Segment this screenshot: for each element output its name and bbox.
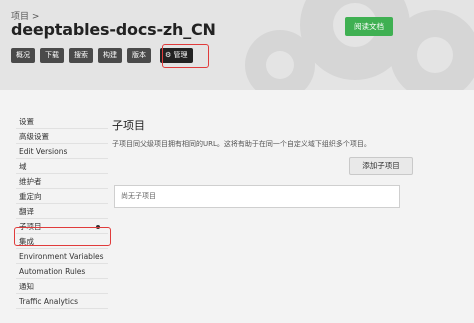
nav-builds-button[interactable]: 构建 xyxy=(98,48,122,63)
nav-versions-button[interactable]: 版本 xyxy=(127,48,151,63)
project-title: deeptables-docs-zh_CN xyxy=(11,20,216,39)
sidebar-item-automation-rules[interactable]: Automation Rules xyxy=(16,264,108,279)
page-title: 子项目 xyxy=(112,119,145,132)
sidebar-item-notifications[interactable]: 通知 xyxy=(16,279,108,294)
page-description: 子项目同父级项目拥有相同的URL。这将有助于在同一个自定义域下组织多个项目。 xyxy=(112,140,371,148)
sidebar-item-maintainers[interactable]: 维护者 xyxy=(16,174,108,189)
read-docs-button[interactable]: 阅读文档 xyxy=(345,17,393,36)
sidebar-item-translations[interactable]: 翻译 xyxy=(16,204,108,219)
nav-downloads-button[interactable]: 下载 xyxy=(40,48,64,63)
sidebar-item-advanced-settings[interactable]: 高级设置 xyxy=(16,129,108,144)
sidebar-item-redirects[interactable]: 重定向 xyxy=(16,189,108,204)
add-subproject-button[interactable]: 添加子项目 xyxy=(349,157,413,175)
sidebar-item-environment-variables[interactable]: Environment Variables xyxy=(16,249,108,264)
sidebar-item-traffic-analytics[interactable]: Traffic Analytics xyxy=(16,294,108,309)
decorative-gear-icon xyxy=(390,10,474,90)
nav-overview-button[interactable]: 概况 xyxy=(11,48,35,63)
sidebar-item-edit-versions[interactable]: Edit Versions xyxy=(16,144,108,159)
project-header: 项目 > deeptables-docs-zh_CN 阅读文档 概况 下载 搜索… xyxy=(0,0,474,90)
nav-search-button[interactable]: 搜索 xyxy=(69,48,93,63)
sidebar-item-settings[interactable]: 设置 xyxy=(16,114,108,129)
admin-sidebar: 设置 高级设置 Edit Versions 域 维护者 重定向 翻译 子项目 集… xyxy=(16,114,108,309)
sidebar-item-domains[interactable]: 域 xyxy=(16,159,108,174)
admin-highlight-box xyxy=(162,44,209,68)
subprojects-empty-list: 尚无子项目 xyxy=(114,185,400,208)
subprojects-highlight-box xyxy=(14,227,111,246)
subprojects-panel: 子项目 子项目同父级项目拥有相同的URL。这将有助于在同一个自定义域下组织多个项… xyxy=(112,114,413,208)
